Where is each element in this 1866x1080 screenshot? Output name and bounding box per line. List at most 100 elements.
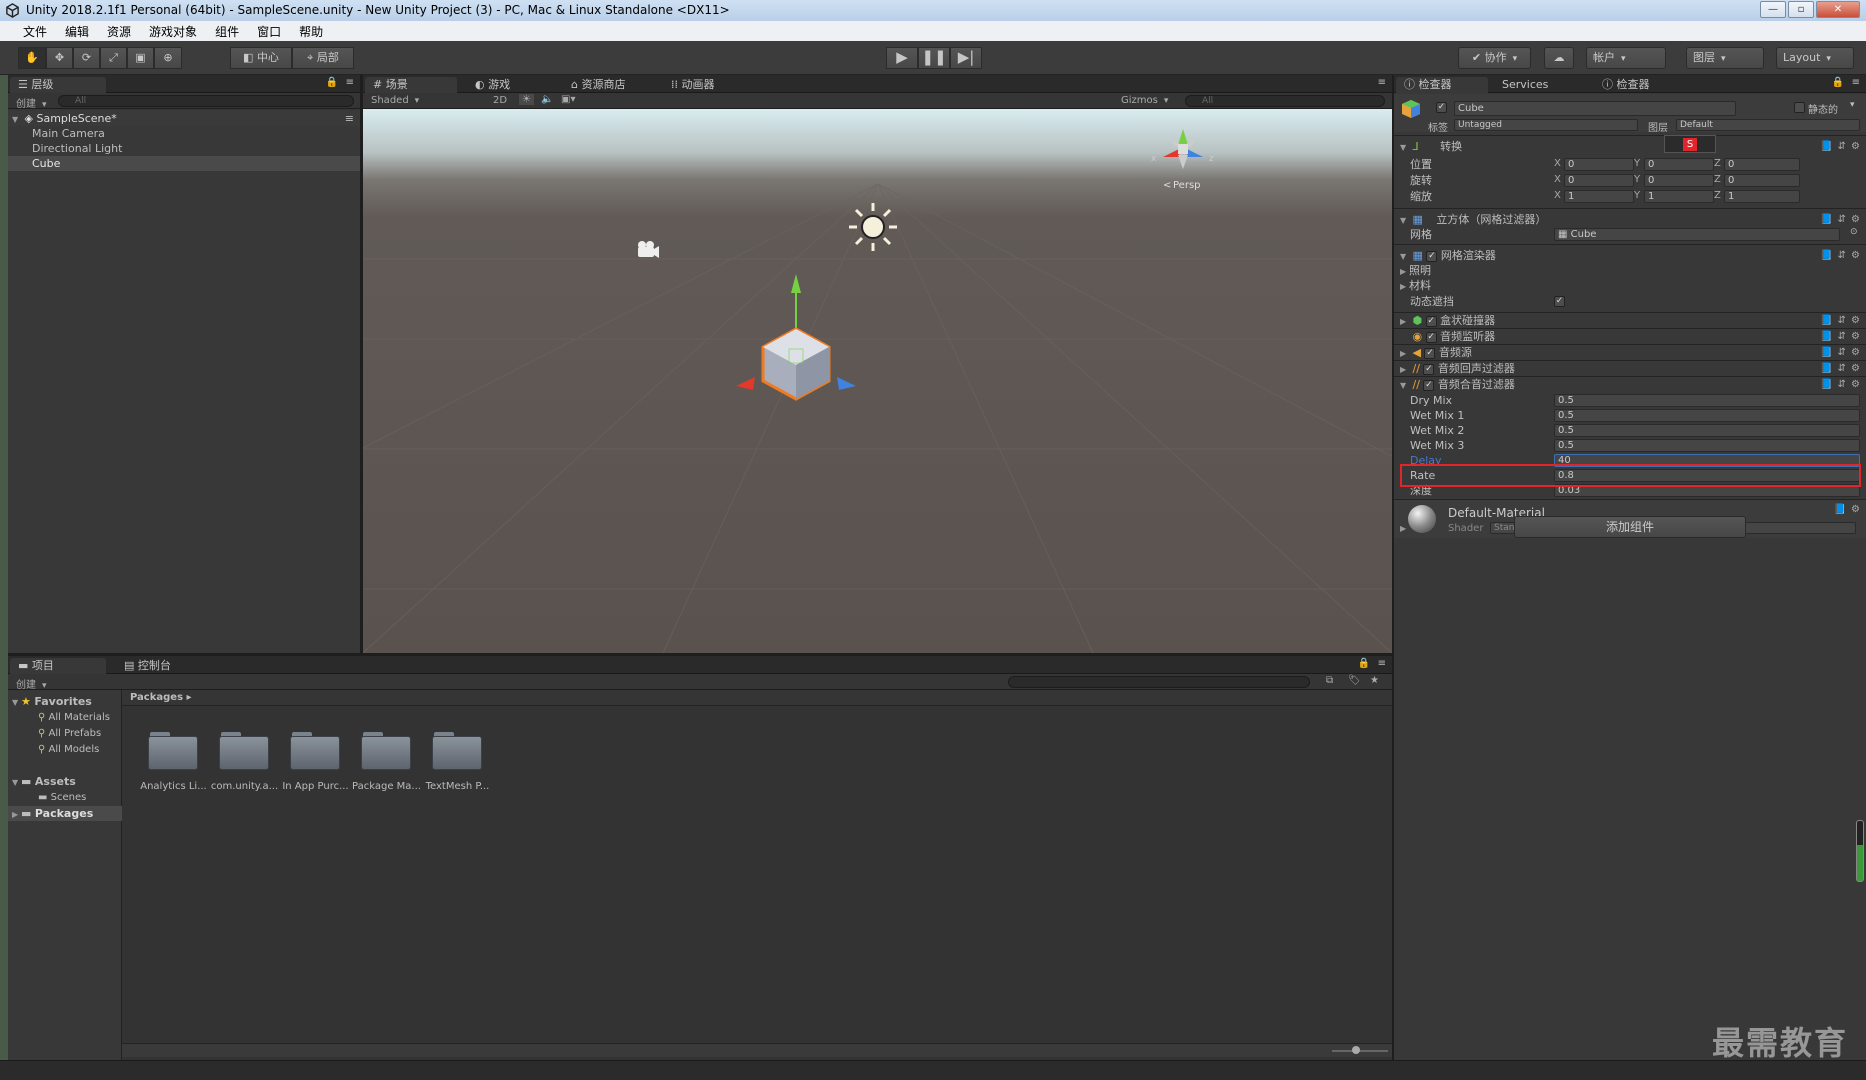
dynamic-occlusion-checkbox[interactable]: ✓ — [1554, 296, 1565, 307]
position-y-field[interactable]: 0 — [1644, 158, 1714, 171]
gear-icon[interactable]: ⚙ — [1851, 345, 1860, 360]
breadcrumb-item[interactable]: Packages — [130, 692, 183, 703]
filter-type-icon[interactable]: ⧉ — [1326, 675, 1333, 686]
component-enabled-checkbox[interactable]: ✓ — [1423, 363, 1435, 375]
effects-dropdown[interactable]: ▣▾ — [561, 94, 575, 105]
shading-dropdown[interactable]: Shaded — [371, 95, 486, 106]
component-enabled-checkbox[interactable]: ✓ — [1425, 315, 1437, 327]
scene-menu-icon[interactable]: ≡ — [345, 111, 354, 126]
mesh-filter-header[interactable]: ▼ ▦ 立方体（网格过滤器） 📘 ⇵ ⚙ — [1394, 212, 1866, 227]
menu-edit[interactable]: 编辑 — [56, 23, 98, 40]
favorite-item[interactable]: ⚲ All Models — [8, 742, 99, 757]
lock-icon[interactable]: 🔒 — [1358, 658, 1370, 669]
lock-icon[interactable]: 🔒 — [1832, 77, 1844, 88]
help-book-icon[interactable]: 📘 — [1820, 361, 1832, 376]
maximize-button[interactable]: ▫ — [1788, 1, 1814, 18]
preset-icon[interactable]: ⇵ — [1838, 248, 1846, 263]
tab-project[interactable]: ▬ 项目 — [10, 658, 106, 674]
help-book-icon[interactable]: 📘 — [1820, 212, 1832, 227]
expand-arrow-icon[interactable]: ▼ — [1400, 249, 1409, 264]
menu-window[interactable]: 窗口 — [248, 23, 290, 40]
create-dropdown[interactable]: 创建 — [16, 676, 47, 691]
component-enabled-checkbox[interactable]: ✓ — [1425, 331, 1437, 343]
chorus-filter-header[interactable]: ▼ ∕∕ ✓ 音频合音过滤器 📘 ⇵ ⚙ — [1394, 377, 1866, 392]
filter-label-icon[interactable]: 🏷 — [1348, 675, 1361, 686]
expand-arrow-icon[interactable]: ▼ — [12, 775, 21, 790]
scenes-row[interactable]: ▬ Scenes — [8, 790, 86, 805]
audio-source-header[interactable]: ▶ ◀ ✓ 音频源 📘 ⇵ ⚙ — [1394, 345, 1866, 360]
space-toggle[interactable]: ⌖ 局部 — [292, 47, 354, 69]
wet-mix-3-field[interactable]: 0.5 — [1554, 439, 1860, 452]
static-dropdown-icon[interactable]: ▾ — [1850, 100, 1855, 110]
favorite-star-icon[interactable]: ★ — [1370, 675, 1379, 686]
collapse-arrow-icon[interactable]: ▶ — [12, 807, 21, 822]
tab-animator[interactable]: ⁞⁞ 动画器 — [663, 77, 723, 93]
zoom-slider-thumb[interactable] — [1352, 1046, 1360, 1054]
hierarchy-item[interactable]: Main Camera — [8, 126, 105, 141]
scale-tool-button[interactable]: ⤢ — [100, 47, 127, 69]
packages-row[interactable]: ▶ ▬ Packages — [8, 806, 122, 821]
gear-icon[interactable]: ⚙ — [1851, 504, 1860, 515]
preset-icon[interactable]: ⇵ — [1838, 361, 1846, 376]
gear-icon[interactable]: ⚙ — [1851, 212, 1860, 227]
preset-icon[interactable]: ⇵ — [1838, 345, 1846, 360]
folder-icon[interactable] — [288, 729, 342, 773]
favorites-row[interactable]: ▼ ★ Favorites — [8, 694, 92, 709]
tab-console[interactable]: ▤ 控制台 — [116, 658, 179, 674]
favorite-item[interactable]: ⚲ All Prefabs — [8, 726, 101, 741]
project-search-input[interactable] — [1008, 676, 1310, 688]
expand-arrow-icon[interactable]: ▼ — [12, 695, 21, 710]
object-picker-icon[interactable]: ⊙ — [1850, 227, 1858, 237]
panel-menu-icon[interactable]: ≡ — [346, 77, 354, 88]
create-dropdown[interactable]: 创建 — [16, 95, 47, 110]
collapse-arrow-icon[interactable]: ▶ — [1400, 264, 1409, 279]
tab-scene[interactable]: # 场景 — [365, 77, 457, 93]
scale-x-field[interactable]: 1 — [1564, 190, 1634, 203]
pivot-toggle[interactable]: ◧ 中心 — [230, 47, 292, 69]
gear-icon[interactable]: ⚙ — [1851, 313, 1860, 328]
scene-row[interactable]: ▼ ◈ SampleScene* ≡ — [8, 111, 360, 126]
expand-arrow-icon[interactable]: ▼ — [1400, 213, 1409, 228]
help-book-icon[interactable]: 📘 — [1820, 313, 1832, 328]
close-window-button[interactable]: ✕ — [1816, 1, 1860, 18]
rotate-tool-button[interactable]: ⟳ — [73, 47, 100, 69]
collapse-arrow-icon[interactable]: ▶ — [1400, 362, 1409, 377]
move-tool-button[interactable]: ✥ — [46, 47, 73, 69]
expand-arrow-icon[interactable]: ▼ — [12, 112, 21, 127]
help-book-icon[interactable]: 📘 — [1820, 329, 1832, 344]
directional-light-icon[interactable] — [849, 203, 897, 251]
component-enabled-checkbox[interactable]: ✓ — [1426, 250, 1438, 262]
layer-dropdown[interactable]: Default — [1676, 119, 1860, 131]
hierarchy-item-selected[interactable]: Cube — [8, 156, 360, 171]
menu-help[interactable]: 帮助 — [290, 23, 332, 40]
collab-dropdown[interactable]: ✔ 协作 — [1458, 47, 1531, 69]
help-book-icon[interactable]: 📘 — [1834, 504, 1846, 515]
mesh-object-field[interactable]: ▦ Cube — [1554, 228, 1840, 241]
box-collider-header[interactable]: ▶ ⬢ ✓ 盒状碰撞器 📘 ⇵ ⚙ — [1394, 313, 1866, 328]
preset-icon[interactable]: ⇵ — [1838, 377, 1846, 392]
help-book-icon[interactable]: 📘 — [1820, 139, 1832, 154]
rotation-y-field[interactable]: 0 — [1644, 174, 1714, 187]
position-z-field[interactable]: 0 — [1724, 158, 1800, 171]
preset-icon[interactable]: ⇵ — [1838, 139, 1846, 154]
folder-icon[interactable] — [359, 729, 413, 773]
panel-menu-icon[interactable]: ≡ — [1378, 77, 1386, 88]
preset-icon[interactable]: ⇵ — [1838, 313, 1846, 328]
scene-viewport[interactable]: x z < Persp — [363, 109, 1392, 653]
preset-icon[interactable]: ⇵ — [1838, 329, 1846, 344]
object-name-input[interactable]: Cube — [1454, 101, 1736, 116]
hierarchy-search-input[interactable]: All — [58, 95, 354, 107]
folder-icon[interactable] — [430, 729, 484, 773]
rotation-z-field[interactable]: 0 — [1724, 174, 1800, 187]
collapse-arrow-icon[interactable]: ▶ — [1400, 524, 1406, 533]
audio-listener-header[interactable]: ◉ ✓ 音频监听器 📘 ⇵ ⚙ — [1394, 329, 1866, 344]
dry-mix-field[interactable]: 0.5 — [1554, 394, 1860, 407]
assets-row[interactable]: ▼ ▬ Assets — [8, 774, 76, 789]
transform-header[interactable]: ▼ ⅃ 转换 S 📘 ⇵ ⚙ — [1394, 135, 1866, 154]
expand-arrow-icon[interactable]: ▼ — [1400, 378, 1409, 393]
menu-assets[interactable]: 资源 — [98, 23, 140, 40]
play-button[interactable]: ▶ — [886, 47, 918, 69]
position-x-field[interactable]: 0 — [1564, 158, 1634, 171]
audio-toggle[interactable]: 🔈 — [541, 94, 553, 105]
transform-tool-button[interactable]: ⊕ — [154, 47, 182, 69]
